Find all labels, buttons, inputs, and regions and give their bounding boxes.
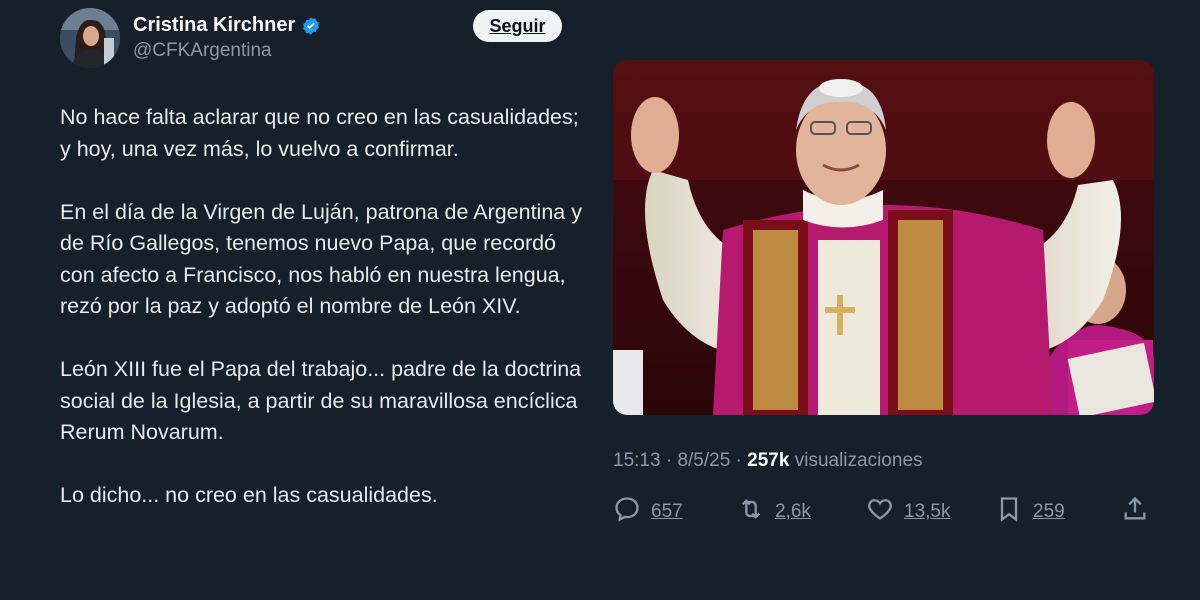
reply-count[interactable]: 657 bbox=[651, 501, 683, 523]
tweet-text: No hace falta aclarar que no creo en las… bbox=[60, 102, 590, 543]
avatar-image bbox=[60, 8, 120, 68]
tweet-paragraph: En el día de la Virgen de Luján, patrona… bbox=[60, 199, 582, 319]
tweet-photo[interactable] bbox=[613, 60, 1154, 415]
retweet-icon bbox=[737, 495, 765, 529]
retweet-count[interactable]: 2,6k bbox=[775, 501, 811, 523]
tweet-actions: 657 2,6k 13,5k 259 bbox=[613, 494, 1153, 530]
share-button[interactable] bbox=[1121, 494, 1149, 530]
tweet-metadata: 15:13 · 8/5/25 · 257k visualizaciones bbox=[613, 450, 923, 472]
tweet-paragraph: Lo dicho... no creo en las casualidades. bbox=[60, 483, 438, 507]
meta-separator: · bbox=[735, 450, 748, 471]
display-name-text[interactable]: Cristina Kirchner bbox=[133, 14, 295, 37]
follow-button[interactable]: Seguir bbox=[473, 10, 562, 42]
bookmark-icon bbox=[995, 495, 1023, 529]
reply-icon bbox=[613, 495, 641, 529]
like-count[interactable]: 13,5k bbox=[904, 501, 950, 523]
views-count[interactable]: 257k bbox=[747, 450, 789, 471]
bookmark-button[interactable]: 259 bbox=[995, 494, 1065, 530]
display-name[interactable]: Cristina Kirchner bbox=[133, 14, 321, 37]
like-button[interactable]: 13,5k bbox=[866, 494, 950, 530]
tweet-time[interactable]: 15:13 bbox=[613, 450, 661, 471]
tweet-left-column: Cristina Kirchner @CFKArgentina Seguir N… bbox=[0, 0, 600, 600]
views-label: visualizaciones bbox=[794, 450, 923, 471]
photo-pope-balcony bbox=[613, 60, 1154, 415]
heart-icon bbox=[866, 495, 894, 529]
reply-button[interactable]: 657 bbox=[613, 494, 683, 530]
meta-separator: · bbox=[665, 450, 678, 471]
avatar[interactable] bbox=[60, 8, 120, 68]
tweet-date[interactable]: 8/5/25 bbox=[677, 450, 730, 471]
share-icon bbox=[1121, 495, 1149, 529]
retweet-button[interactable]: 2,6k bbox=[737, 494, 811, 530]
verified-badge-icon bbox=[301, 16, 321, 36]
tweet-paragraph: León XIII fue el Papa del trabajo... pad… bbox=[60, 357, 582, 444]
user-handle[interactable]: @CFKArgentina bbox=[133, 40, 272, 62]
tweet-paragraph: No hace falta aclarar que no creo en las… bbox=[60, 105, 579, 161]
bookmark-count[interactable]: 259 bbox=[1033, 501, 1065, 523]
